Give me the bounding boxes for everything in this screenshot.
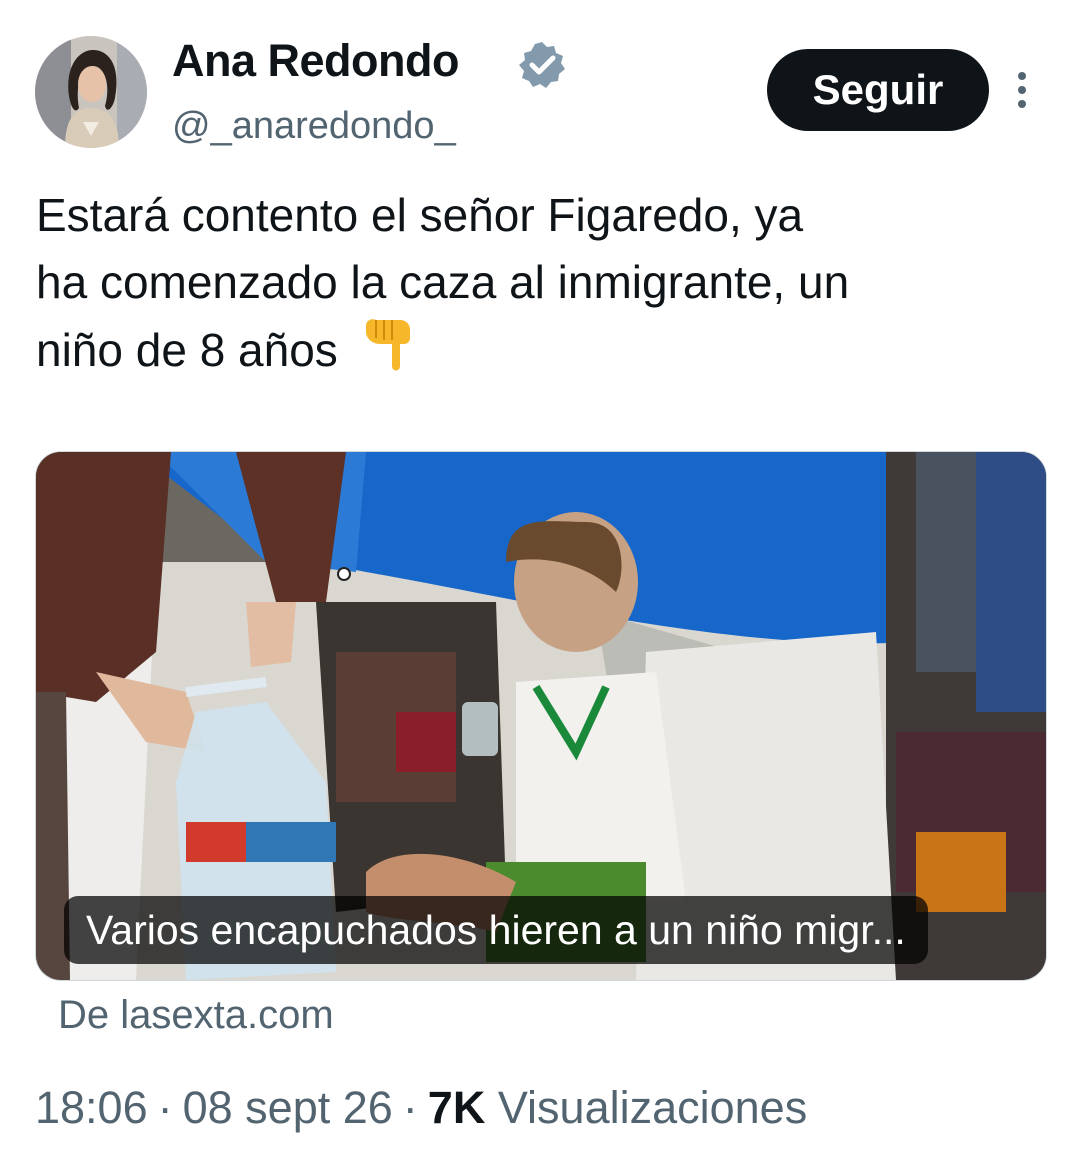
link-preview-card[interactable]: Varios encapuchados hieren a un niño mig… (35, 451, 1047, 981)
pointing-down-emoji-icon (365, 319, 410, 371)
follow-button[interactable]: Seguir (767, 49, 989, 131)
views-count[interactable]: 7K (428, 1082, 486, 1133)
user-avatar-photo (35, 36, 147, 148)
tweet-line-with-emoji: niño de 8 años (36, 316, 1056, 384)
link-source[interactable]: De lasexta.com (58, 990, 334, 1040)
author-name[interactable]: Ana Redondo (172, 34, 459, 88)
link-card-title: Varios encapuchados hieren a un niño mig… (64, 896, 928, 964)
tweet-line: ha comenzado la caza al inmigrante, un (36, 256, 850, 308)
tweet-line: niño de 8 años (36, 324, 338, 376)
author-handle[interactable]: @_anaredondo_ (172, 102, 456, 150)
separator: · (402, 1082, 418, 1133)
more-vertical-icon[interactable] (1005, 68, 1039, 112)
avatar[interactable] (35, 36, 147, 148)
tweet-time[interactable]: 18:06 (35, 1082, 148, 1133)
tweet-line: Estará contento el señor Figaredo, ya (36, 189, 804, 241)
verified-badge-icon (519, 42, 565, 88)
tweet-text: Estará contento el señor Figaredo, ya ha… (36, 182, 1056, 384)
tweet-meta: 18:06 · 08 sept 26 · 7K Visualizaciones (35, 1080, 807, 1136)
tweet-date[interactable]: 08 sept 26 (183, 1082, 393, 1133)
separator: · (157, 1082, 173, 1133)
views-label: Visualizaciones (497, 1082, 808, 1133)
